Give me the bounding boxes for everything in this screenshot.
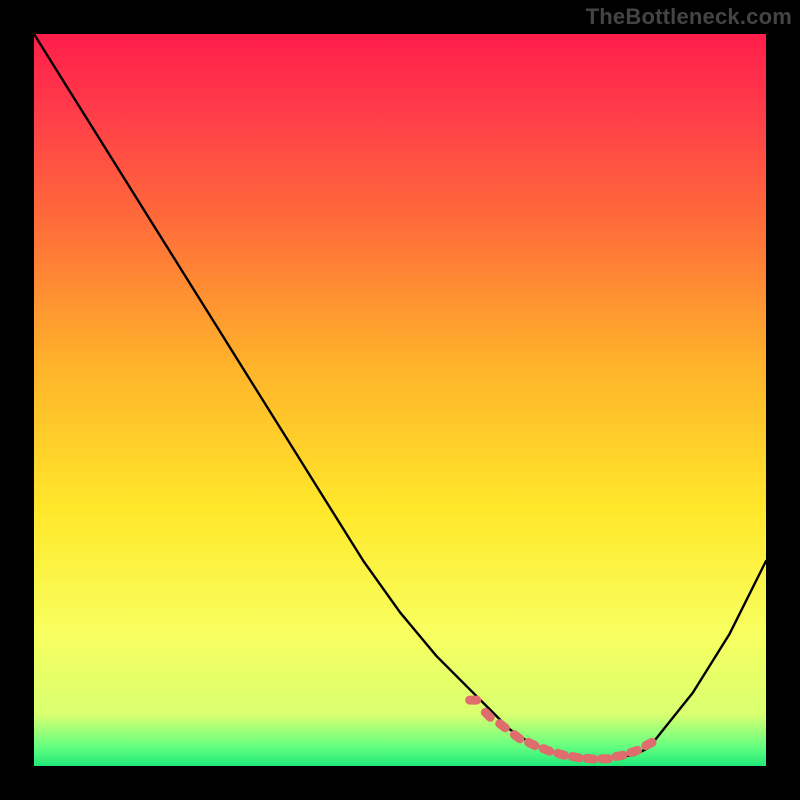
watermark-text: TheBottleneck.com [586,4,792,30]
plot-area [34,34,766,766]
highlight-marker [597,754,613,763]
chart-frame: TheBottleneck.com [0,0,800,800]
gradient-background [34,34,766,766]
chart-svg [34,34,766,766]
highlight-marker [465,696,481,705]
